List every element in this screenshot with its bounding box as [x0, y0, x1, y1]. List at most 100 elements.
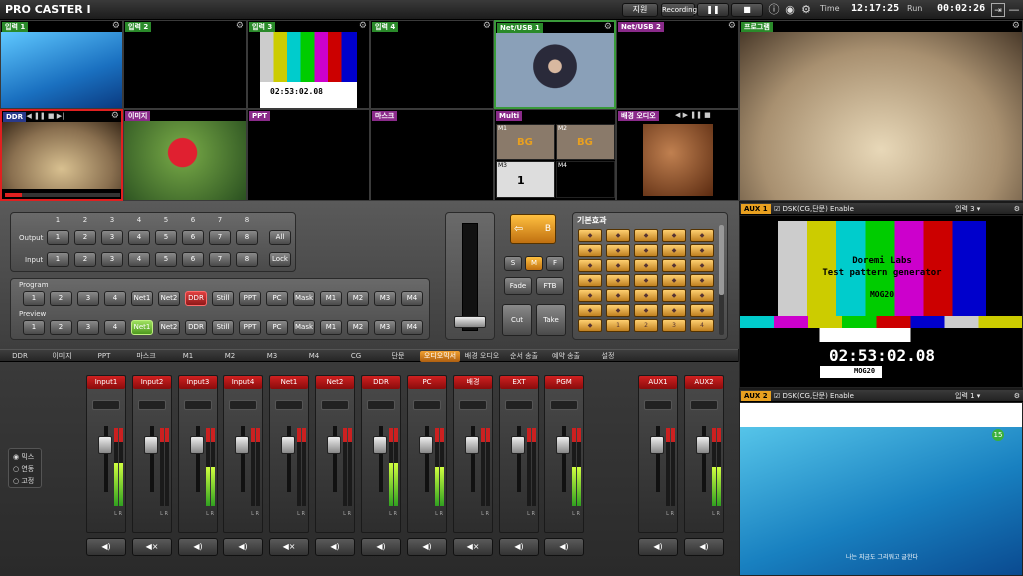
preview-key[interactable]: M1 — [320, 320, 342, 335]
take-button[interactable]: Take — [536, 304, 566, 336]
preview-key[interactable]: Net2 — [158, 320, 180, 335]
preview-key[interactable]: Still — [212, 320, 234, 335]
exit-icon[interactable]: ⇥ — [991, 3, 1005, 17]
input-lock-button[interactable]: Lock — [269, 252, 291, 267]
gear-icon[interactable]: ⚙ — [799, 3, 813, 17]
output-key[interactable]: 4 — [128, 230, 150, 245]
minimize-icon[interactable]: — — [1007, 3, 1021, 17]
input-key[interactable]: 1 — [47, 252, 69, 267]
fade-button[interactable]: Fade — [504, 277, 532, 295]
speed-s-button[interactable]: S — [504, 256, 522, 271]
tab-11[interactable]: 배경 오디오 — [462, 351, 502, 362]
effect-button[interactable]: ◆ — [578, 274, 602, 287]
aux1-source-select[interactable]: 입력 3 ▾ — [955, 203, 980, 215]
tile-input3[interactable]: 입력 3 ⚙ 02:53:02.08 — [247, 20, 370, 109]
speed-f-button[interactable]: F — [546, 256, 564, 271]
effect-button[interactable]: ◆ — [578, 304, 602, 317]
output-key[interactable]: 2 — [74, 230, 96, 245]
program-key[interactable]: 2 — [50, 291, 72, 306]
preview-key[interactable]: Mask — [293, 320, 315, 335]
trim-slider[interactable] — [321, 400, 349, 410]
tile-image[interactable]: 이미지 — [123, 109, 247, 201]
multi-slot-4[interactable]: M4 — [556, 161, 615, 198]
output-key[interactable]: 3 — [101, 230, 123, 245]
support-button[interactable]: 지원 — [622, 3, 658, 17]
tab-5[interactable]: M2 — [210, 351, 250, 362]
ftb-button[interactable]: FTB — [536, 277, 564, 295]
fader-knob[interactable] — [98, 436, 112, 454]
trim-slider[interactable] — [275, 400, 303, 410]
effect-button[interactable]: ◆ — [690, 259, 714, 272]
mute-button[interactable]: ◀× — [453, 538, 493, 556]
tab-0[interactable]: DDR — [0, 351, 40, 362]
program-key[interactable]: DDR — [185, 291, 207, 306]
effect-button[interactable]: ◆ — [634, 229, 658, 242]
effect-button[interactable]: ◆ — [690, 304, 714, 317]
aux2-dsk-checkbox[interactable]: ☑ DSK(CG,단문) Enable — [774, 390, 854, 402]
fader-knob[interactable] — [465, 436, 479, 454]
tab-6[interactable]: M3 — [252, 351, 292, 362]
gear-icon[interactable]: ⚙ — [1014, 203, 1020, 215]
effect-button[interactable]: ◆ — [578, 289, 602, 302]
effect-button[interactable]: 2 — [634, 319, 658, 332]
effect-button[interactable]: ◆ — [634, 244, 658, 257]
program-key[interactable]: PPT — [239, 291, 261, 306]
multi-slot-2[interactable]: M2 BG — [556, 124, 615, 160]
output-all-button[interactable]: All — [269, 230, 291, 245]
tile-mask[interactable]: 마스크 — [370, 109, 494, 201]
fader-knob[interactable] — [281, 436, 295, 454]
tile-input2[interactable]: 입력 2 ⚙ — [123, 20, 247, 109]
trim-slider[interactable] — [184, 400, 212, 410]
fader-knob[interactable] — [511, 436, 525, 454]
mute-button[interactable]: ◀) — [638, 538, 678, 556]
tile-ppt[interactable]: PPT — [247, 109, 370, 201]
input-key[interactable]: 8 — [236, 252, 258, 267]
tab-4[interactable]: M1 — [168, 351, 208, 362]
effect-button[interactable]: ◆ — [634, 259, 658, 272]
program-key[interactable]: PC — [266, 291, 288, 306]
gear-icon[interactable]: ⚙ — [1014, 390, 1020, 402]
fader-knob[interactable] — [373, 436, 387, 454]
fader-knob[interactable] — [327, 436, 341, 454]
radio-fixed[interactable]: ○ 고정 — [13, 476, 34, 486]
effect-button[interactable]: ◆ — [578, 229, 602, 242]
trim-slider[interactable] — [550, 400, 578, 410]
ddr-progress-bar[interactable] — [5, 193, 120, 197]
tile-bg-audio[interactable]: 배경 오디오 ◀ ▶ ❚❚ ■ — [616, 109, 739, 201]
aux1-dsk-checkbox[interactable]: ☑ DSK(CG,단문) Enable — [774, 203, 854, 215]
fader-knob[interactable] — [235, 436, 249, 454]
trim-slider[interactable] — [138, 400, 166, 410]
tile-input1[interactable]: 입력 1 ⚙ — [0, 20, 123, 109]
effect-button[interactable]: ◆ — [662, 304, 686, 317]
preview-key[interactable]: 4 — [104, 320, 126, 335]
preview-key[interactable]: M4 — [401, 320, 423, 335]
trim-slider[interactable] — [505, 400, 533, 410]
radio-mix[interactable]: ◉ 믹스 — [13, 452, 34, 462]
program-key[interactable]: 3 — [77, 291, 99, 306]
ddr-transport-icons[interactable]: |◀ ❚❚ ■ ▶| — [24, 112, 65, 120]
effect-button[interactable]: ◆ — [578, 244, 602, 257]
fader-knob[interactable] — [144, 436, 158, 454]
tab-14[interactable]: 설정 — [588, 351, 628, 362]
pause-button[interactable]: ❚❚ — [697, 3, 729, 17]
program-key[interactable]: Net1 — [131, 291, 153, 306]
input-key[interactable]: 4 — [128, 252, 150, 267]
effect-button[interactable]: ◆ — [662, 274, 686, 287]
gear-icon[interactable]: ⚙ — [728, 21, 736, 31]
effect-button[interactable]: ◆ — [690, 274, 714, 287]
preview-key[interactable]: 3 — [77, 320, 99, 335]
mute-button[interactable]: ◀) — [684, 538, 724, 556]
fader-knob[interactable] — [556, 436, 570, 454]
multi-slot-1[interactable]: M1 BG — [496, 124, 555, 160]
program-key[interactable]: 1 — [23, 291, 45, 306]
mute-button[interactable]: ◀) — [315, 538, 355, 556]
speed-m-button[interactable]: M — [525, 256, 543, 271]
effect-button[interactable]: ◆ — [606, 229, 630, 242]
multi-slot-3[interactable]: M3 1 — [496, 161, 555, 198]
effect-button[interactable]: ◆ — [690, 289, 714, 302]
tab-7[interactable]: M4 — [294, 351, 334, 362]
gear-icon[interactable]: ⚙ — [111, 111, 119, 121]
output-key[interactable]: 5 — [155, 230, 177, 245]
program-key[interactable]: M1 — [320, 291, 342, 306]
program-key[interactable]: 4 — [104, 291, 126, 306]
